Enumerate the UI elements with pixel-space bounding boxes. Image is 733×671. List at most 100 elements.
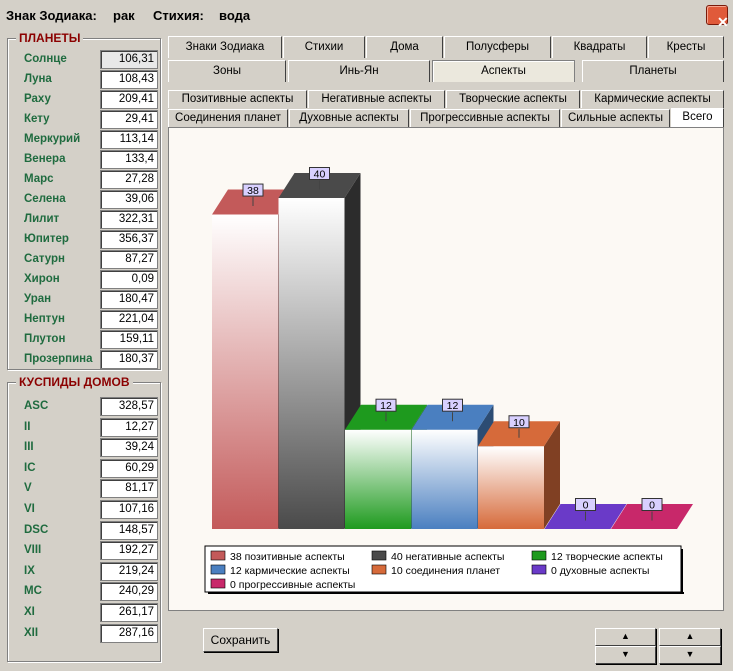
close-button[interactable]: ✕ <box>706 5 729 30</box>
houses-row: ASC 328,57 <box>8 397 164 417</box>
planets-row: Нептун 221,04 <box>8 310 164 330</box>
tab-tabs_row2-2[interactable]: Аспекты <box>432 60 575 82</box>
planets-value-field[interactable]: 209,41 <box>100 90 158 109</box>
bar-front <box>411 429 478 529</box>
chart-bar: 0 <box>611 498 693 529</box>
planets-value-field[interactable]: 39,06 <box>100 190 158 209</box>
scroll-down-button-2[interactable]: ▼ <box>659 646 721 664</box>
legend-swatch <box>210 578 226 589</box>
scroll-down-button-1[interactable]: ▼ <box>595 646 656 664</box>
houses-value-field[interactable]: 60,29 <box>100 458 158 478</box>
houses-value-field[interactable]: 192,27 <box>100 541 158 561</box>
houses-label: XII <box>24 626 39 639</box>
houses-row: DSC 148,57 <box>8 520 164 541</box>
houses-value-field[interactable]: 107,16 <box>100 500 158 519</box>
tab-tabs_row1-4[interactable]: Квадраты <box>552 36 647 58</box>
houses-row: IC 60,29 <box>8 458 164 479</box>
legend-swatch <box>371 564 387 575</box>
houses-row: IX 219,24 <box>8 561 164 582</box>
planets-value-field[interactable]: 106,31 <box>100 50 158 69</box>
planets-label: Раху <box>24 93 51 105</box>
houses-label: V <box>24 482 32 495</box>
tab-subtabs_row2-0[interactable]: Соединения планет <box>168 109 288 127</box>
tab-subtabs_row2-3[interactable]: Сильные аспекты <box>561 109 670 127</box>
houses-value-field[interactable]: 12,27 <box>100 417 158 437</box>
bar-front <box>278 198 345 529</box>
legend-swatch <box>210 564 226 575</box>
arrow-up-icon: ▲ <box>685 631 695 641</box>
planets-value-field[interactable]: 180,47 <box>100 290 158 309</box>
houses-row: V 81,17 <box>8 479 164 499</box>
houses-title: КУСПИДЫ ДОМОВ <box>16 375 133 389</box>
planets-value-field[interactable]: 0,09 <box>100 270 158 289</box>
houses-value-field[interactable]: 240,29 <box>100 582 158 602</box>
planets-value-field[interactable]: 27,28 <box>100 170 158 189</box>
houses-label: II <box>24 420 31 433</box>
tab-tabs_row1-1[interactable]: Стихии <box>283 36 365 58</box>
planets-label: Хирон <box>24 273 60 285</box>
tab-tabs_row1-2[interactable]: Дома <box>366 36 443 58</box>
houses-value-field[interactable]: 261,17 <box>100 603 158 622</box>
planets-row: Плутон 159,11 <box>8 330 164 350</box>
arrow-up-icon: ▲ <box>621 631 630 641</box>
scroll-up-button-1[interactable]: ▲ <box>595 628 656 646</box>
houses-value-field[interactable]: 148,57 <box>100 520 158 540</box>
save-button[interactable]: Сохранить <box>203 628 278 652</box>
bar-front <box>345 429 411 529</box>
planets-label: Венера <box>24 153 66 165</box>
planets-value-field[interactable]: 221,04 <box>100 310 158 329</box>
tab-tabs_row1-0[interactable]: Знаки Зодиака <box>168 36 282 58</box>
bar-front <box>478 446 544 529</box>
houses-row: MC 240,29 <box>8 582 164 602</box>
planets-row: Юпитер 356,37 <box>8 230 164 250</box>
planets-row: Прозерпина 180,37 <box>8 350 164 370</box>
houses-value-field[interactable]: 81,17 <box>100 479 158 499</box>
tab-tabs_row2-1[interactable]: Инь-Ян <box>288 60 430 82</box>
tab-tabs_row1-3[interactable]: Полусферы <box>444 36 551 58</box>
planets-value-field[interactable]: 180,37 <box>100 350 158 369</box>
value-label: 10 <box>513 417 525 429</box>
planets-row: Луна 108,43 <box>8 70 164 90</box>
legend-label: 12 творческие аспекты <box>551 551 663 563</box>
close-icon: ✕ <box>717 14 729 30</box>
houses-value-field[interactable]: 287,16 <box>100 623 158 643</box>
houses-label: VI <box>24 503 35 515</box>
planets-row: Хирон 0,09 <box>8 270 164 290</box>
legend-swatch <box>371 550 387 561</box>
houses-value-field[interactable]: 328,57 <box>100 397 158 416</box>
chart-panel: 38 40 12 12 10 0 0 38 позитивные аспекты 40 нега… <box>168 127 724 611</box>
planets-value-field[interactable]: 133,4 <box>100 150 158 169</box>
legend-label: 0 прогрессивные аспекты <box>230 579 355 591</box>
tab-subtabs_row1-2[interactable]: Творческие аспекты <box>446 90 580 108</box>
planets-label: Луна <box>24 73 52 85</box>
planets-label: Марс <box>24 173 54 185</box>
tab-subtabs_row1-1[interactable]: Негативные аспекты <box>308 90 445 108</box>
planets-value-field[interactable]: 356,37 <box>100 230 158 249</box>
planets-row: Уран 180,47 <box>8 290 164 310</box>
tab-subtabs_row2-2[interactable]: Прогрессивные аспекты <box>410 109 560 127</box>
houses-label: IX <box>24 564 35 577</box>
houses-row: III 39,24 <box>8 438 164 458</box>
planets-value-field[interactable]: 113,14 <box>100 130 158 149</box>
tab-tabs_row2-3[interactable]: Планеты <box>582 60 724 82</box>
scroll-up-button-2[interactable]: ▲ <box>659 628 721 646</box>
zodiac-sign-label: Знак Зодиака: <box>6 8 97 23</box>
planets-value-field[interactable]: 108,43 <box>100 70 158 89</box>
legend-label: 12 кармические аспекты <box>230 565 350 577</box>
tab-tabs_row1-5[interactable]: Кресты <box>648 36 724 58</box>
planets-label: Селена <box>24 193 66 205</box>
planets-value-field[interactable]: 159,11 <box>100 330 158 349</box>
legend-swatch <box>531 564 547 575</box>
planets-value-field[interactable]: 322,31 <box>100 210 158 229</box>
houses-value-field[interactable]: 39,24 <box>100 438 158 458</box>
tab-subtabs_row2-1[interactable]: Духовные аспекты <box>289 109 409 127</box>
tab-subtabs_row2-4[interactable]: Всего <box>671 108 724 128</box>
tab-tabs_row2-0[interactable]: Зоны <box>168 60 286 82</box>
houses-value-field[interactable]: 219,24 <box>100 561 158 581</box>
tab-subtabs_row1-0[interactable]: Позитивные аспекты <box>168 90 307 108</box>
houses-row: XI 261,17 <box>8 603 164 623</box>
planets-value-field[interactable]: 29,41 <box>100 110 158 129</box>
planets-row: Венера 133,4 <box>8 150 164 170</box>
tab-subtabs_row1-3[interactable]: Кармические аспекты <box>581 90 724 108</box>
planets-value-field[interactable]: 87,27 <box>100 250 158 269</box>
